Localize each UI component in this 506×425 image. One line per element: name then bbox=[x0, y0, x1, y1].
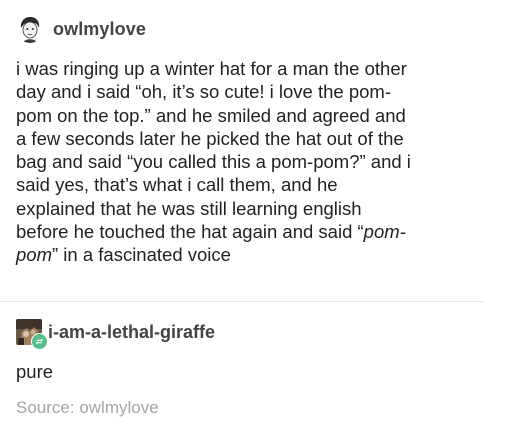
italic-pom: pom bbox=[16, 244, 52, 266]
body-line-text: before he touched the hat again and said… bbox=[16, 221, 364, 243]
reblog-comment: pure bbox=[16, 361, 54, 382]
body-line: i was ringing up a winter hat for a man … bbox=[16, 58, 407, 79]
source-link[interactable]: owlmylove bbox=[79, 398, 158, 417]
body-line: said yes, that’s what i call them, and h… bbox=[16, 174, 338, 196]
post-header: owlmylove bbox=[16, 14, 146, 44]
body-line: pom on the top.” and he smiled and agree… bbox=[16, 104, 406, 126]
post-author[interactable]: owlmylove bbox=[53, 19, 146, 40]
body-line: bag and said “you called this a pom-pom?… bbox=[16, 151, 411, 173]
reblog-divider bbox=[0, 301, 484, 302]
reblog-icon bbox=[31, 333, 48, 350]
reblog-author[interactable]: i-am-a-lethal-giraffe bbox=[48, 322, 215, 343]
body-line: before he touched the hat again and said… bbox=[16, 220, 494, 243]
avatar-i-am-a-lethal-giraffe[interactable] bbox=[16, 319, 48, 350]
body-line: explained that he was still learning eng… bbox=[16, 197, 362, 219]
tumblr-post: owlmylove i was ringing up a winter hat … bbox=[0, 0, 506, 425]
reblog-header: i-am-a-lethal-giraffe bbox=[16, 318, 215, 350]
italic-pom: pom- bbox=[363, 221, 406, 243]
body-line-text: ” in a fascinated voice bbox=[52, 244, 231, 266]
avatar-owlmylove[interactable] bbox=[16, 15, 44, 43]
body-line: a few seconds later he picked the hat ou… bbox=[16, 127, 404, 149]
source-attribution: Source: owlmylove bbox=[16, 398, 159, 418]
source-label: Source: bbox=[16, 398, 80, 417]
body-line: pom” in a fascinated voice bbox=[16, 243, 494, 266]
body-line: day and i said “oh, it’s so cute! i love… bbox=[16, 81, 391, 103]
post-body: i was ringing up a winter hat for a man … bbox=[16, 57, 494, 267]
